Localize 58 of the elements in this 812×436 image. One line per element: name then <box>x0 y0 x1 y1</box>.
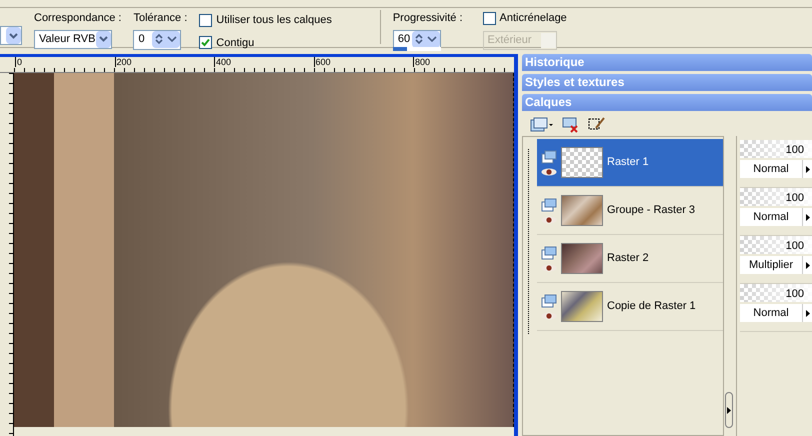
blend-mode-dropdown[interactable]: Normal <box>740 160 802 178</box>
tolerance-spinbox[interactable]: 0 <box>133 30 182 50</box>
eye-icon[interactable] <box>541 312 557 320</box>
opacity-slider[interactable]: 100 <box>740 236 812 254</box>
layer-name: Copie de Raster 1 <box>607 299 696 314</box>
opacity-slider[interactable]: 100 <box>740 284 812 302</box>
blend-mode-dropdown[interactable]: Normal <box>740 208 802 226</box>
layer-row[interactable]: Groupe - Raster 3 <box>537 187 723 235</box>
checkbox[interactable] <box>199 36 212 50</box>
ruler-label: 0 <box>15 57 22 67</box>
progressivity-label: Progressivité : <box>392 11 463 26</box>
checkmark-icon <box>201 38 210 48</box>
delete-layer-icon[interactable] <box>562 117 580 133</box>
layer-row[interactable]: Raster 1 <box>537 139 723 187</box>
blend-mode-dropdown[interactable]: Multiplier <box>740 256 802 274</box>
antialias-label: Anticrénelage <box>500 11 567 26</box>
match-label: Correspondance : <box>34 11 122 26</box>
opacity-value: 100 <box>786 191 804 206</box>
ruler-label: 400 <box>214 57 232 67</box>
layer-type-icon <box>541 198 557 212</box>
layer-name: Raster 1 <box>607 155 649 170</box>
opacity-value: 100 <box>786 143 804 158</box>
layer-thumbnail <box>561 195 603 226</box>
layer-name: Raster 2 <box>607 251 649 266</box>
tolerance-label: Tolérance : <box>133 11 188 26</box>
layer-thumbnail <box>561 147 603 178</box>
layer-name: Groupe - Raster 3 <box>607 203 696 218</box>
collapse-handle[interactable] <box>725 392 733 428</box>
layer-type-icon <box>541 150 557 164</box>
layer-thumbnail <box>561 291 603 322</box>
eye-icon[interactable] <box>541 168 557 176</box>
layer-row[interactable]: Raster 2 <box>537 235 723 283</box>
dropdown-arrow-icon[interactable] <box>96 30 111 48</box>
use-all-layers-label: Utiliser tous les calques <box>216 13 332 28</box>
checkbox[interactable] <box>199 14 212 27</box>
opacity-value: 100 <box>786 239 804 254</box>
opacity-slider[interactable]: 100 <box>740 140 812 158</box>
ruler-label: 200 <box>114 57 132 67</box>
new-layer-icon[interactable] <box>530 117 554 133</box>
contiguous-label: Contigu <box>216 36 254 50</box>
layer-type-icon <box>541 246 557 260</box>
opacity-value: 100 <box>786 287 804 302</box>
layer-row[interactable]: Copie de Raster 1 <box>537 283 723 331</box>
eye-icon[interactable] <box>541 216 557 224</box>
progressivity-spinbox[interactable]: 60 <box>392 30 441 50</box>
ruler-label: 600 <box>314 57 331 67</box>
spinner-arrows-icon[interactable] <box>412 30 440 48</box>
dropdown-arrow-icon[interactable] <box>6 27 21 44</box>
layer-type-icon <box>541 294 557 308</box>
blend-mode-dropdown[interactable]: Normal <box>740 304 802 322</box>
spinner-arrows-icon[interactable] <box>152 30 180 48</box>
eye-icon[interactable] <box>541 264 557 272</box>
opacity-slider[interactable]: 100 <box>740 188 812 206</box>
mode-dropdown[interactable] <box>0 26 22 45</box>
layer-thumbnail <box>561 243 603 274</box>
match-dropdown[interactable]: Valeur RVB <box>34 30 112 48</box>
checkbox[interactable] <box>482 12 496 25</box>
ruler-label: 800 <box>413 57 430 67</box>
